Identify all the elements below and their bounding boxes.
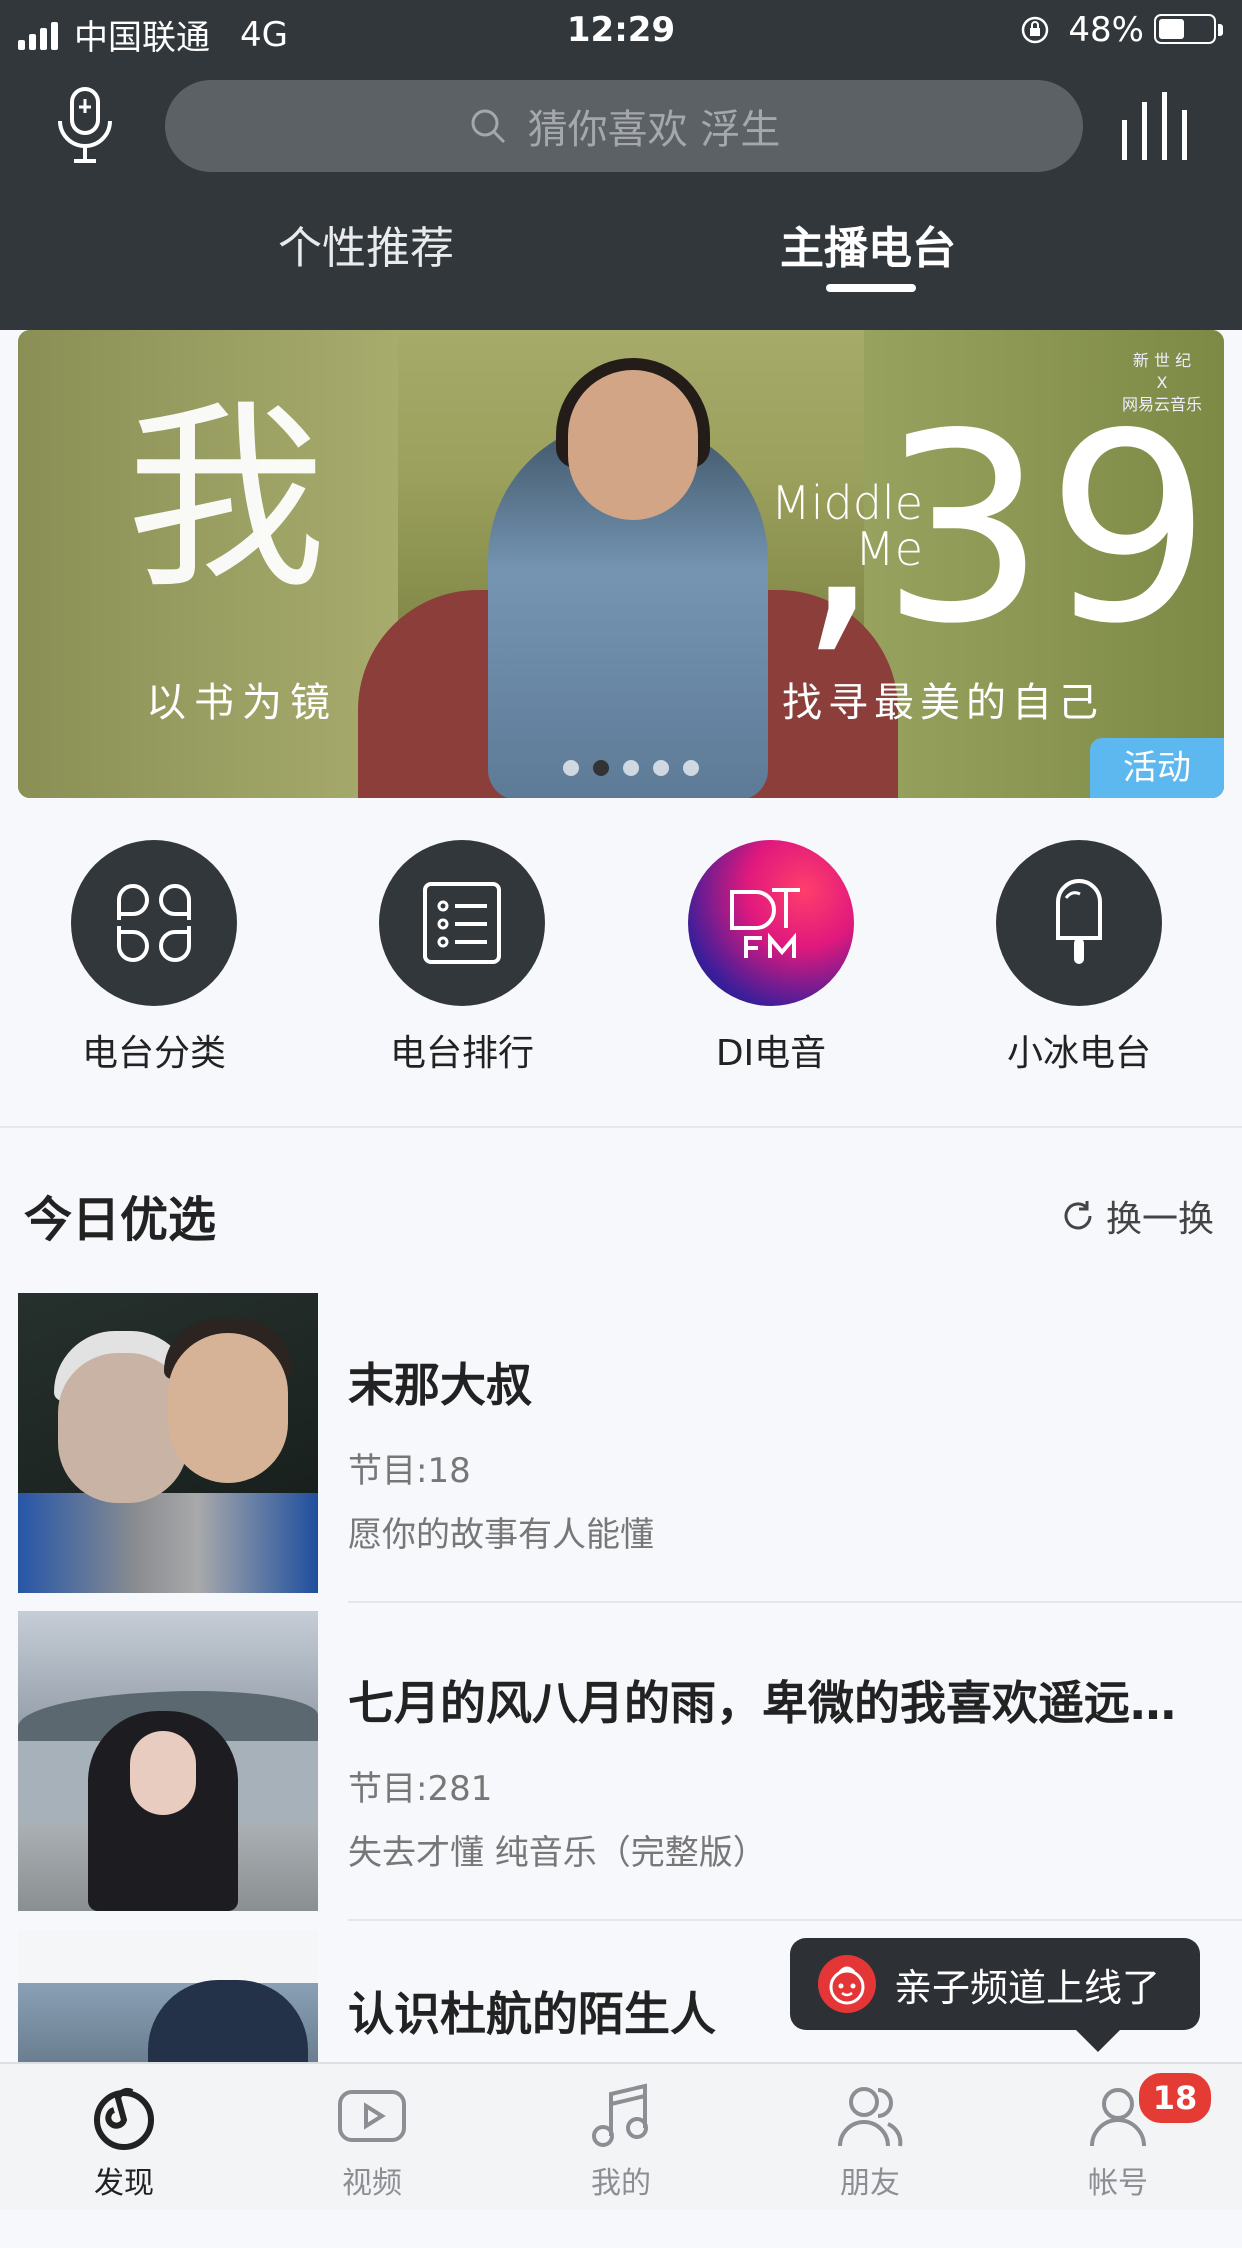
item-title: 七月的风八月的雨，卑微的我喜欢遥远… [348, 1676, 1176, 1730]
item-title: 认识杜航的陌生人 [348, 1987, 716, 2041]
item-episode-count: 节目:18 [348, 1451, 471, 1491]
status-right: 48% [1020, 10, 1224, 50]
tab-anchor-radio[interactable]: 主播电台 [780, 212, 956, 276]
entry-label: DI电音 [715, 1033, 827, 1074]
brand-line-3: 网易云音乐 [1121, 395, 1202, 414]
toast-pointer [1074, 2028, 1122, 2052]
refresh-button[interactable]: 换一换 [1060, 1190, 1214, 1242]
banner-left-subtitle: 以书为镜 [146, 680, 338, 726]
brand-line-2: X [1156, 373, 1168, 392]
promo-banner[interactable]: 我 以书为镜 Middle Me ,39 找寻最美的自己 新 世 纪 X 网易云… [18, 330, 1224, 798]
video-icon [338, 2090, 406, 2142]
brand-line-1: 新 世 纪 [1132, 351, 1192, 370]
item-thumbnail [18, 1930, 318, 2062]
tab-video[interactable]: 视频 [292, 2080, 452, 2202]
tab-label: 我的 [591, 2166, 651, 2201]
item-description: 愿你的故事有人能懂 [348, 1515, 654, 1555]
category-grid-icon [71, 840, 237, 1006]
entry-label: 电台排行 [389, 1033, 534, 1074]
item-separator [348, 1601, 1242, 1603]
entry-radio-ranking[interactable]: 电台排行 [342, 840, 582, 1076]
banner-right-subtitle: 找寻最美的自己 [782, 680, 1104, 726]
music-note-icon [592, 2083, 648, 2147]
toast-text: 亲子频道上线了 [894, 1965, 1161, 2010]
section-divider [0, 1126, 1242, 1128]
entry-di-electronic[interactable]: DI电音 [651, 840, 891, 1076]
now-playing-bars-icon[interactable] [1120, 92, 1192, 160]
entry-radio-category[interactable]: 电台分类 [34, 840, 274, 1076]
tab-label: 帐号 [1088, 2166, 1148, 2201]
refresh-label: 换一换 [1105, 1199, 1214, 1240]
battery-percent: 48% [1068, 10, 1144, 50]
banner-page-dots [563, 760, 713, 776]
item-thumbnail [18, 1293, 318, 1593]
microphone-icon[interactable] [50, 85, 120, 165]
search-placeholder: 猜你喜欢 浮生 [527, 107, 781, 153]
item-description: 失去才懂 纯音乐（完整版） [348, 1833, 767, 1873]
page-dot [623, 760, 639, 776]
battery-icon [1154, 14, 1224, 46]
entry-xiaobing-radio[interactable]: 小冰电台 [959, 840, 1199, 1076]
top-tabs: 个性推荐 主播电台 [0, 212, 1242, 302]
page-dot [653, 760, 669, 776]
item-title: 末那大叔 [348, 1358, 532, 1412]
activity-tag: 活动 [1090, 738, 1224, 798]
bottom-tab-bar: 发现 视频 我的 朋友 帐号 [0, 2062, 1242, 2210]
di-fm-icon [688, 840, 854, 1006]
section-title: 今日优选 [24, 1192, 217, 1248]
banner-head [568, 370, 698, 520]
banner-brand: 新 世 纪 X 网易云音乐 [1122, 350, 1202, 416]
radio-entries: 电台分类 电台排行 DI电音 小冰电台 [0, 840, 1242, 1080]
search-bar[interactable]: 猜你喜欢 浮生 [165, 80, 1083, 172]
tab-label: 视频 [342, 2166, 402, 2201]
status-bar: 中国联通 4G 12:29 48% [0, 0, 1242, 62]
tab-discover[interactable]: 发现 [44, 2080, 204, 2202]
baby-face-icon [818, 1955, 876, 2013]
friends-icon [838, 2087, 903, 2147]
tab-label: 朋友 [840, 2166, 900, 2201]
list-item[interactable]: 末那大叔 节目:18 愿你的故事有人能懂 [0, 1293, 1242, 1611]
item-separator [348, 1919, 1242, 1921]
page-dot [593, 760, 609, 776]
banner-big-char: 我 [126, 383, 327, 616]
page-dot [683, 760, 699, 776]
popsicle-icon [996, 840, 1162, 1006]
channel-toast[interactable]: 亲子频道上线了 [790, 1938, 1200, 2030]
tab-mine[interactable]: 我的 [541, 2080, 701, 2202]
rotation-lock-icon [1022, 16, 1049, 44]
active-tab-indicator [826, 284, 916, 292]
discover-icon [94, 2087, 154, 2150]
entry-label: 电台分类 [81, 1033, 226, 1074]
page-dot [563, 760, 579, 776]
tab-friends[interactable]: 朋友 [790, 2080, 950, 2202]
list-item[interactable]: 七月的风八月的雨，卑微的我喜欢遥远… 节目:281 失去才懂 纯音乐（完整版） [0, 1611, 1242, 1929]
tab-personal-recommend[interactable]: 个性推荐 [278, 212, 454, 276]
notification-badge: 18 [1136, 2070, 1214, 2126]
top-header: 中国联通 4G 12:29 48% 猜你喜欢 浮生 个性推荐 主播电台 [0, 0, 1242, 330]
refresh-icon [1064, 1201, 1092, 1230]
banner-number: ,39 [798, 379, 1212, 681]
search-icon [471, 109, 505, 144]
ranking-list-icon [379, 840, 545, 1006]
item-thumbnail [18, 1611, 318, 1911]
tab-label: 发现 [94, 2166, 154, 2201]
entry-label: 小冰电台 [1006, 1033, 1151, 1074]
item-episode-count: 节目:281 [348, 1769, 493, 1809]
